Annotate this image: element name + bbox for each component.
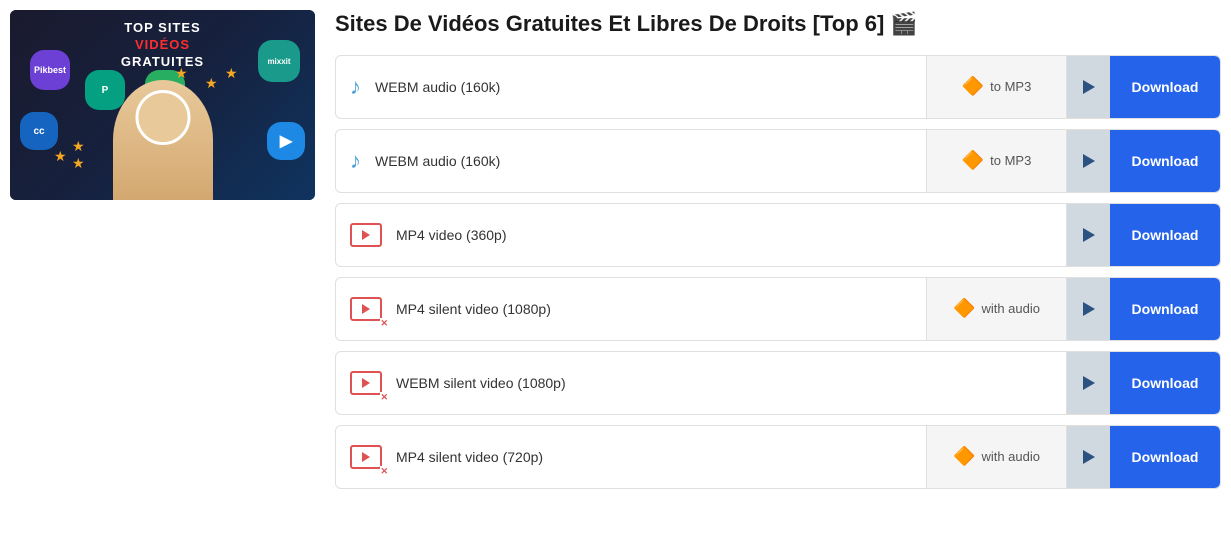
badge-text-2: to MP3	[990, 153, 1031, 168]
play-triangle-1	[1083, 80, 1095, 94]
row-badge-6: 🔶 with audio	[926, 426, 1066, 488]
row-badge-2: 🔶 to MP3	[926, 130, 1066, 192]
content-section: Sites De Vidéos Gratuites Et Libres De D…	[335, 10, 1221, 531]
play-button-1[interactable]	[1066, 56, 1110, 118]
video-icon-wrap-3	[336, 223, 396, 247]
play-triangle-2	[1083, 154, 1095, 168]
row-label-6: MP4 silent video (720p)	[396, 439, 926, 475]
play-triangle-6	[1083, 450, 1095, 464]
download-button-2[interactable]: Download	[1110, 130, 1220, 192]
vlc-icon-1: 🔶	[962, 76, 984, 97]
download-row-4: MP4 silent video (1080p) 🔶 with audio Do…	[335, 277, 1221, 341]
music-icon-2: ♪	[336, 148, 375, 174]
music-icon-1: ♪	[336, 74, 375, 100]
star-2: ★	[54, 148, 67, 165]
play-button-5[interactable]	[1066, 352, 1110, 414]
row-badge-1: 🔶 to MP3	[926, 56, 1066, 118]
thumbnail-image: TOP SITES VIDÉOS GRATUITES Pikbest P mix…	[10, 10, 315, 200]
video-icon-wrap-5	[336, 371, 396, 395]
star-4: ★	[175, 65, 188, 82]
row-label-1: WEBM audio (160k)	[375, 69, 926, 105]
vlc-icon-6: 🔶	[953, 446, 975, 467]
play-triangle-3	[1083, 228, 1095, 242]
row-label-2: WEBM audio (160k)	[375, 143, 926, 179]
star-1: ★	[72, 138, 85, 155]
play-triangle-4	[1083, 302, 1095, 316]
star-5: ★	[205, 75, 218, 92]
vlc-icon-2: 🔶	[962, 150, 984, 171]
star-3: ★	[72, 155, 85, 172]
play-button-4[interactable]	[1066, 278, 1110, 340]
row-badge-4: 🔶 with audio	[926, 278, 1066, 340]
video-icon-6	[350, 445, 382, 469]
video-icon-3	[350, 223, 382, 247]
download-button-5[interactable]: Download	[1110, 352, 1220, 414]
download-button-4[interactable]: Download	[1110, 278, 1220, 340]
person-head	[135, 90, 190, 145]
download-button-6[interactable]: Download	[1110, 426, 1220, 488]
play-button-2[interactable]	[1066, 130, 1110, 192]
page-title: Sites De Vidéos Gratuites Et Libres De D…	[335, 10, 1221, 39]
row-label-5: WEBM silent video (1080p)	[396, 365, 1066, 401]
row-label-4: MP4 silent video (1080p)	[396, 291, 926, 327]
badge-text-4: with audio	[981, 301, 1040, 316]
thumbnail-section: TOP SITES VIDÉOS GRATUITES Pikbest P mix…	[10, 10, 315, 531]
video-icon-wrap-6	[336, 445, 396, 469]
video-icon-wrap-4	[336, 297, 396, 321]
badge-text-6: with audio	[981, 449, 1040, 464]
play-button-6[interactable]	[1066, 426, 1110, 488]
video-icon-4	[350, 297, 382, 321]
play-button-3[interactable]	[1066, 204, 1110, 266]
download-row-2: ♪ WEBM audio (160k) 🔶 to MP3 Download	[335, 129, 1221, 193]
vlc-icon-4: 🔶	[953, 298, 975, 319]
download-row-3: MP4 video (360p) Download	[335, 203, 1221, 267]
download-row-1: ♪ WEBM audio (160k) 🔶 to MP3 Download	[335, 55, 1221, 119]
star-6: ★	[225, 65, 238, 82]
download-row-6: MP4 silent video (720p) 🔶 with audio Dow…	[335, 425, 1221, 489]
download-button-3[interactable]: Download	[1110, 204, 1220, 266]
badge-text-1: to MP3	[990, 79, 1031, 94]
download-row-5: WEBM silent video (1080p) Download	[335, 351, 1221, 415]
play-triangle-5	[1083, 376, 1095, 390]
video-icon-5	[350, 371, 382, 395]
download-button-1[interactable]: Download	[1110, 56, 1220, 118]
row-label-3: MP4 video (360p)	[396, 217, 1066, 253]
